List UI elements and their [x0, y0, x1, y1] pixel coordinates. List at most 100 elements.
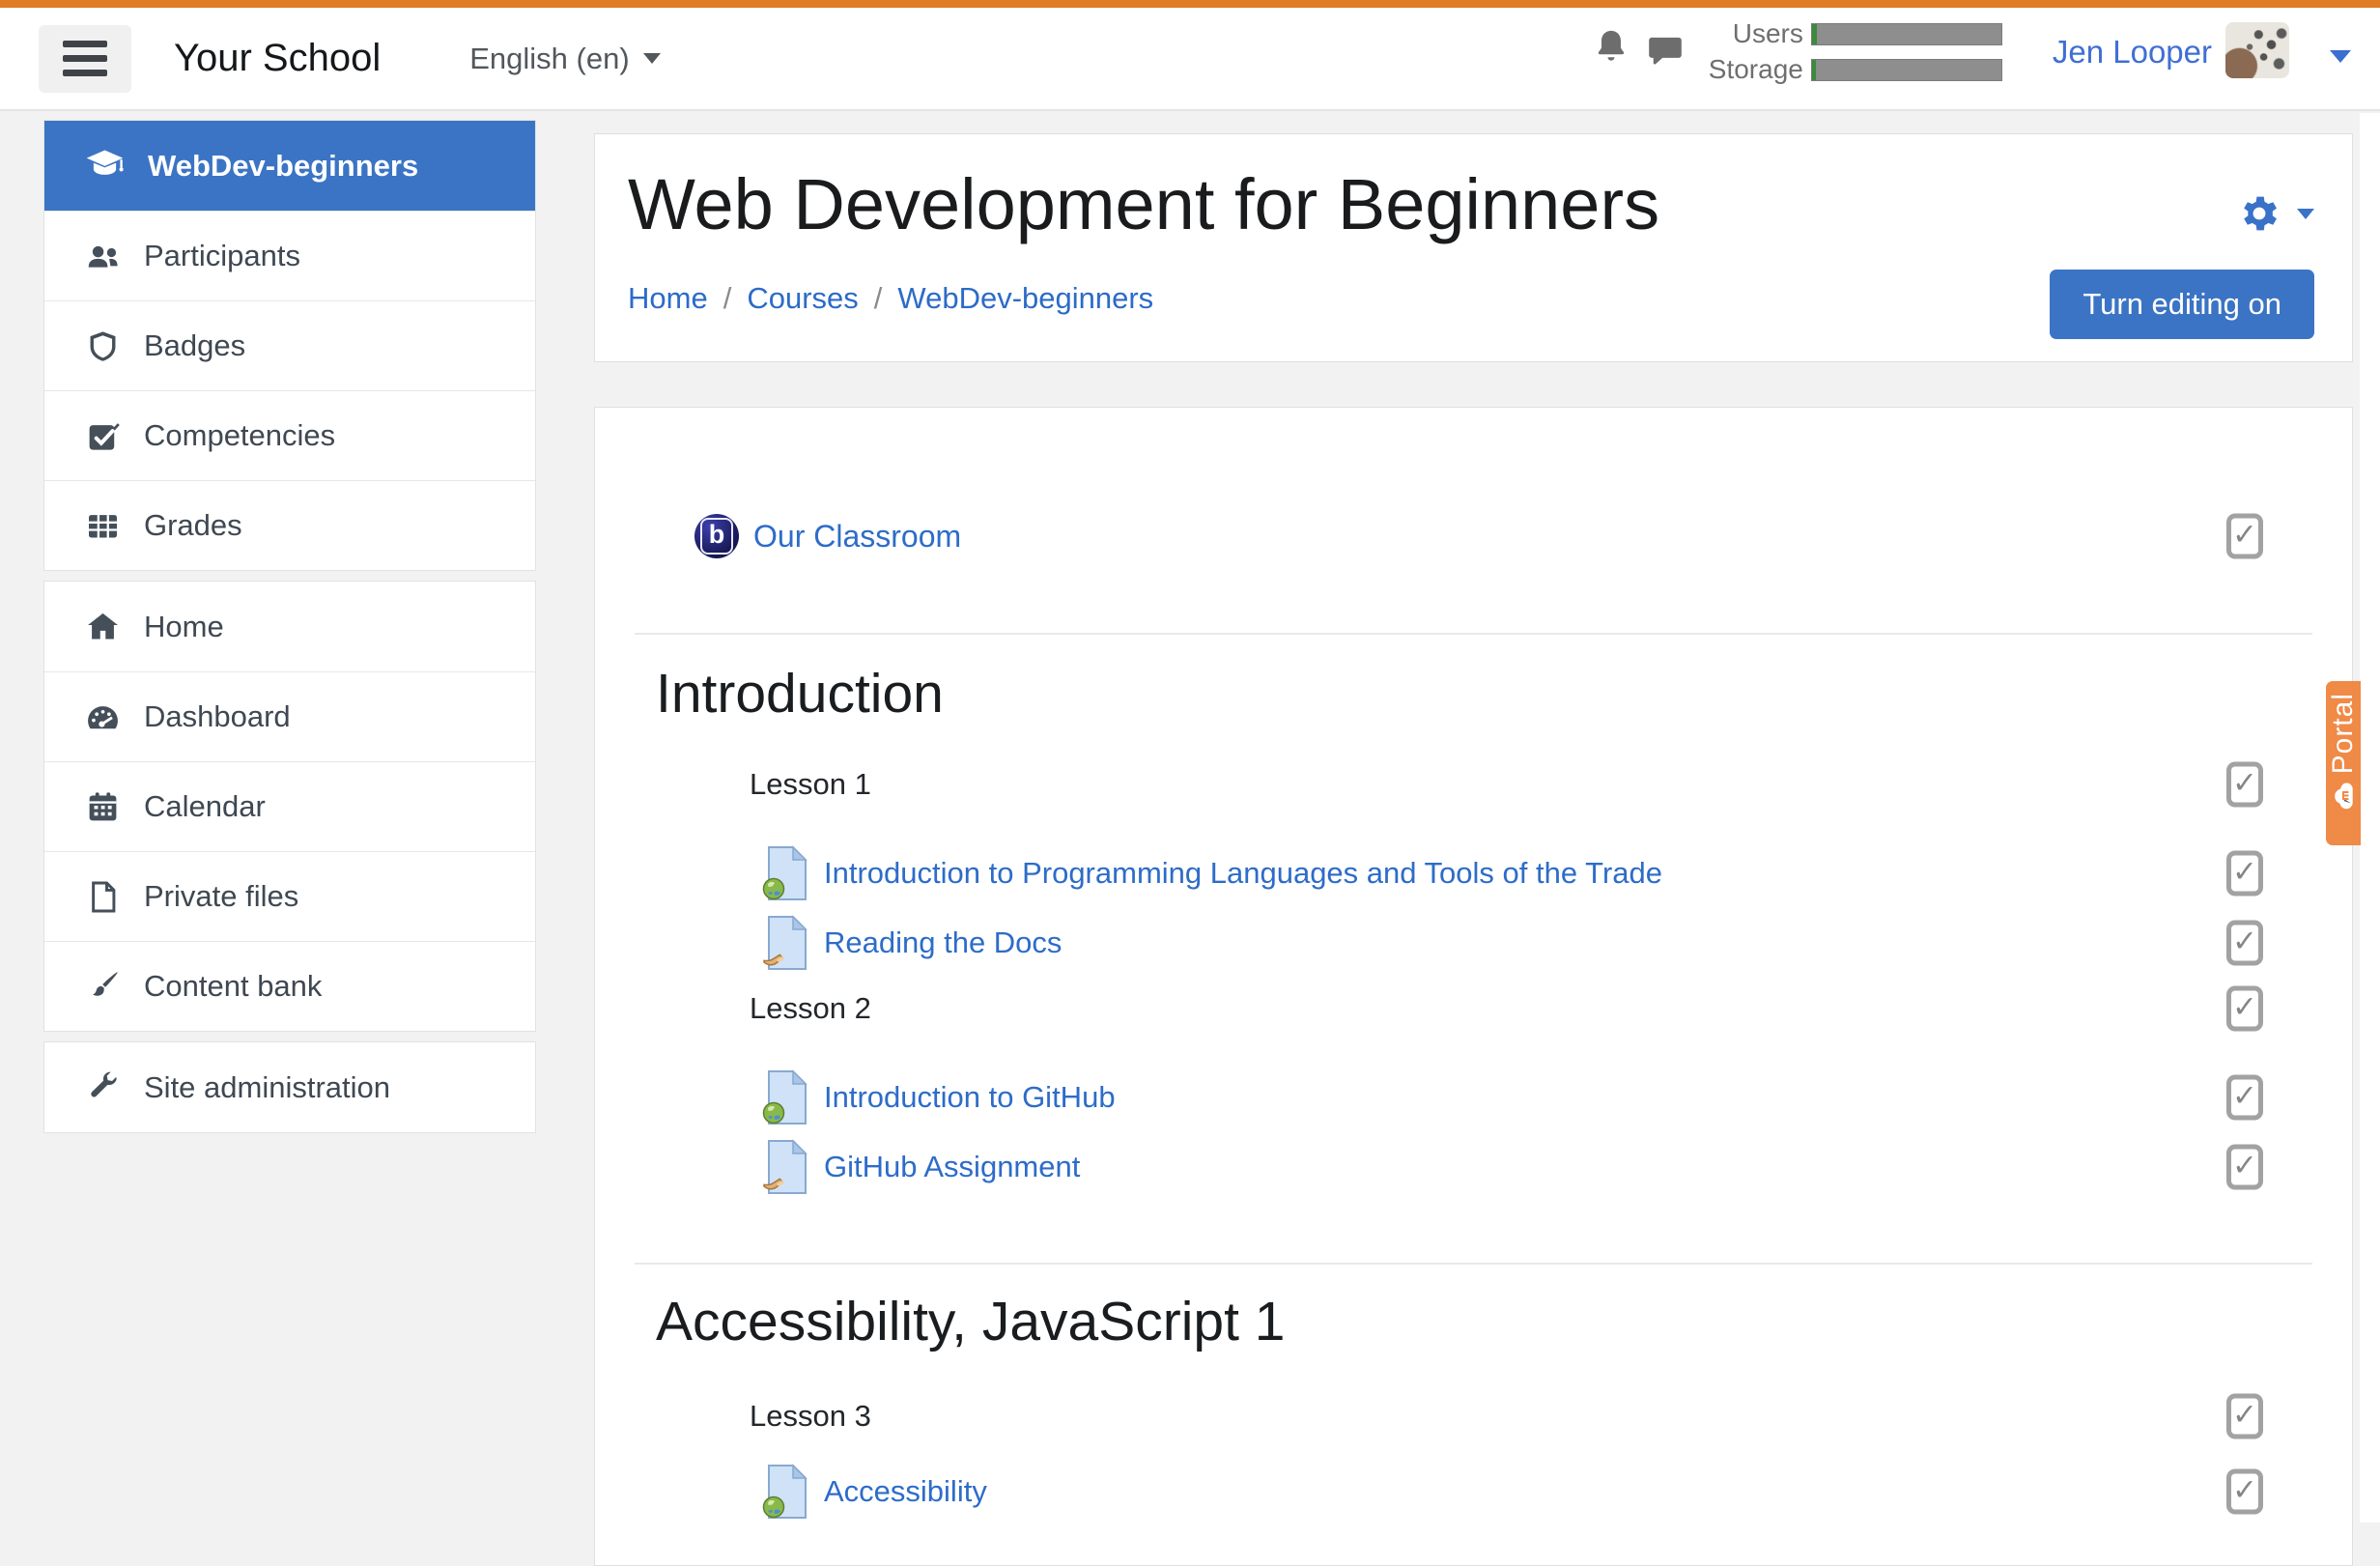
resource-row-url: Introduction to Programming Languages an… [762, 845, 2326, 901]
storage-meter: Storage [1695, 55, 2002, 84]
sidebar-item-webdev-beginners[interactable]: WebDev-beginners [44, 121, 535, 211]
activity-link[interactable]: Introduction to Programming Languages an… [824, 856, 1662, 891]
graduation-cap-icon [85, 146, 125, 185]
menu-toggle-button[interactable] [39, 25, 131, 93]
lesson-label: Lesson 3 [750, 1399, 871, 1434]
sidebar-item-label: Content bank [144, 969, 322, 1004]
sidebar-item-competencies[interactable]: Competencies [44, 390, 535, 480]
sidebar-item-home[interactable]: Home [44, 582, 535, 671]
completion-checkbox[interactable]: ✓ [2226, 1469, 2263, 1515]
user-menu-name[interactable]: Jen Looper [2053, 34, 2212, 71]
sidebar-course-group: WebDev-beginners Participants Badges Com… [43, 120, 536, 571]
activity-link[interactable]: Introduction to GitHub [824, 1080, 1116, 1115]
activity-link[interactable]: Accessibility [824, 1474, 987, 1509]
portal-side-tab[interactable]: Portal [2326, 681, 2361, 845]
section-heading-introduction: Introduction [656, 662, 2326, 726]
gear-icon[interactable] [2238, 192, 2281, 235]
messages-chat-icon[interactable] [1645, 30, 1686, 71]
breadcrumb-separator: / [723, 281, 732, 316]
usage-meters: Users Storage [1695, 19, 2002, 84]
user-avatar[interactable] [2225, 22, 2289, 78]
users-meter-label: Users [1695, 19, 1803, 48]
sidebar-item-label: Grades [144, 508, 242, 543]
sidebar-item-site-administration[interactable]: Site administration [44, 1042, 535, 1132]
check-square-icon [85, 418, 121, 454]
sidebar-item-label: Participants [144, 239, 300, 273]
check-icon: ✓ [2232, 858, 2257, 888]
sidebar-item-grades[interactable]: Grades [44, 480, 535, 570]
breadcrumb-course-link[interactable]: WebDev-beginners [897, 281, 1153, 316]
check-icon: ✓ [2232, 1152, 2257, 1182]
wrench-icon [85, 1069, 121, 1105]
check-icon: ✓ [2232, 1401, 2257, 1431]
breadcrumb-courses-link[interactable]: Courses [747, 281, 858, 316]
sidebar-item-dashboard[interactable]: Dashboard [44, 671, 535, 761]
label-row-lesson-1: Lesson 1 ✓ [750, 762, 2326, 807]
sidebar-item-label: Badges [144, 328, 245, 363]
user-menu-chevron-icon[interactable] [2330, 50, 2351, 63]
users-meter-bar [1811, 23, 2002, 45]
completion-checkbox[interactable]: ✓ [2226, 921, 2263, 966]
completion-checkbox[interactable]: ✓ [2226, 1075, 2263, 1121]
bigbluebutton-icon: b [694, 514, 739, 558]
url-resource-icon [762, 1464, 808, 1520]
completion-checkbox[interactable]: ✓ [2226, 1145, 2263, 1190]
sidebar-item-private-files[interactable]: Private files [44, 851, 535, 941]
check-icon: ✓ [2232, 521, 2257, 551]
paintbrush-icon [85, 969, 121, 1005]
calendar-icon [85, 789, 121, 825]
resource-row-url: Accessibility ✓ [762, 1464, 2326, 1520]
breadcrumb: Home / Courses / WebDev-beginners [628, 281, 1153, 316]
sidebar-item-badges[interactable]: Badges [44, 300, 535, 390]
url-resource-icon [762, 1069, 808, 1125]
navbar-right: Users Storage Jen Looper [1591, 8, 2351, 109]
completion-checkbox[interactable]: ✓ [2226, 762, 2263, 808]
storage-meter-fill [1812, 60, 1816, 80]
sidebar-admin-group: Site administration [43, 1041, 536, 1133]
completion-checkbox[interactable]: ✓ [2226, 986, 2263, 1032]
sidebar-item-label: WebDev-beginners [148, 149, 418, 184]
top-navbar: Your School English (en) Users Storage J… [0, 8, 2380, 111]
lesson-label: Lesson 2 [750, 991, 871, 1026]
resource-row-assignment: Reading the Docs ✓ [762, 915, 2326, 971]
activity-link[interactable]: GitHub Assignment [824, 1150, 1080, 1184]
notifications-bell-icon[interactable] [1591, 26, 1631, 67]
activity-link[interactable]: Reading the Docs [824, 925, 1062, 960]
activity-row-our-classroom: b Our Classroom ✓ [694, 514, 2326, 558]
sidebar-item-label: Dashboard [144, 699, 291, 734]
site-name-link[interactable]: Your School [174, 37, 381, 80]
section-divider [635, 1263, 2312, 1265]
check-icon: ✓ [2232, 927, 2257, 957]
turn-editing-on-button[interactable]: Turn editing on [2050, 270, 2314, 339]
moodlecloud-logo-icon [2329, 782, 2358, 811]
storage-meter-bar [1811, 59, 2002, 81]
file-icon [85, 879, 121, 915]
table-icon [85, 508, 121, 544]
check-icon: ✓ [2232, 993, 2257, 1023]
users-meter: Users [1695, 19, 2002, 48]
lesson-label: Lesson 1 [750, 767, 871, 802]
completion-checkbox[interactable]: ✓ [2226, 851, 2263, 897]
label-row-lesson-3: Lesson 3 ✓ [750, 1394, 2326, 1438]
completion-checkbox[interactable]: ✓ [2226, 1394, 2263, 1439]
sidebar-item-calendar[interactable]: Calendar [44, 761, 535, 851]
breadcrumb-home-link[interactable]: Home [628, 281, 708, 316]
actions-chevron-icon[interactable] [2297, 209, 2314, 219]
label-row-lesson-2: Lesson 2 ✓ [750, 986, 2326, 1031]
language-selector[interactable]: English (en) [469, 42, 660, 76]
brand-top-strip [0, 0, 2380, 8]
home-icon [85, 609, 121, 644]
sidebar-item-participants[interactable]: Participants [44, 211, 535, 300]
section-divider [635, 633, 2312, 635]
course-actions [2238, 192, 2314, 235]
storage-meter-label: Storage [1695, 55, 1803, 84]
chevron-down-icon [643, 53, 661, 64]
users-meter-fill [1812, 24, 1817, 44]
activity-link-our-classroom[interactable]: Our Classroom [753, 519, 961, 555]
sidebar-item-content-bank[interactable]: Content bank [44, 941, 535, 1031]
completion-checkbox[interactable]: ✓ [2226, 514, 2263, 559]
sidebar-item-label: Calendar [144, 789, 266, 824]
resource-row-assignment: GitHub Assignment ✓ [762, 1139, 2326, 1195]
shield-icon [85, 328, 121, 364]
nav-drawer: WebDev-beginners Participants Badges Com… [0, 113, 570, 1523]
